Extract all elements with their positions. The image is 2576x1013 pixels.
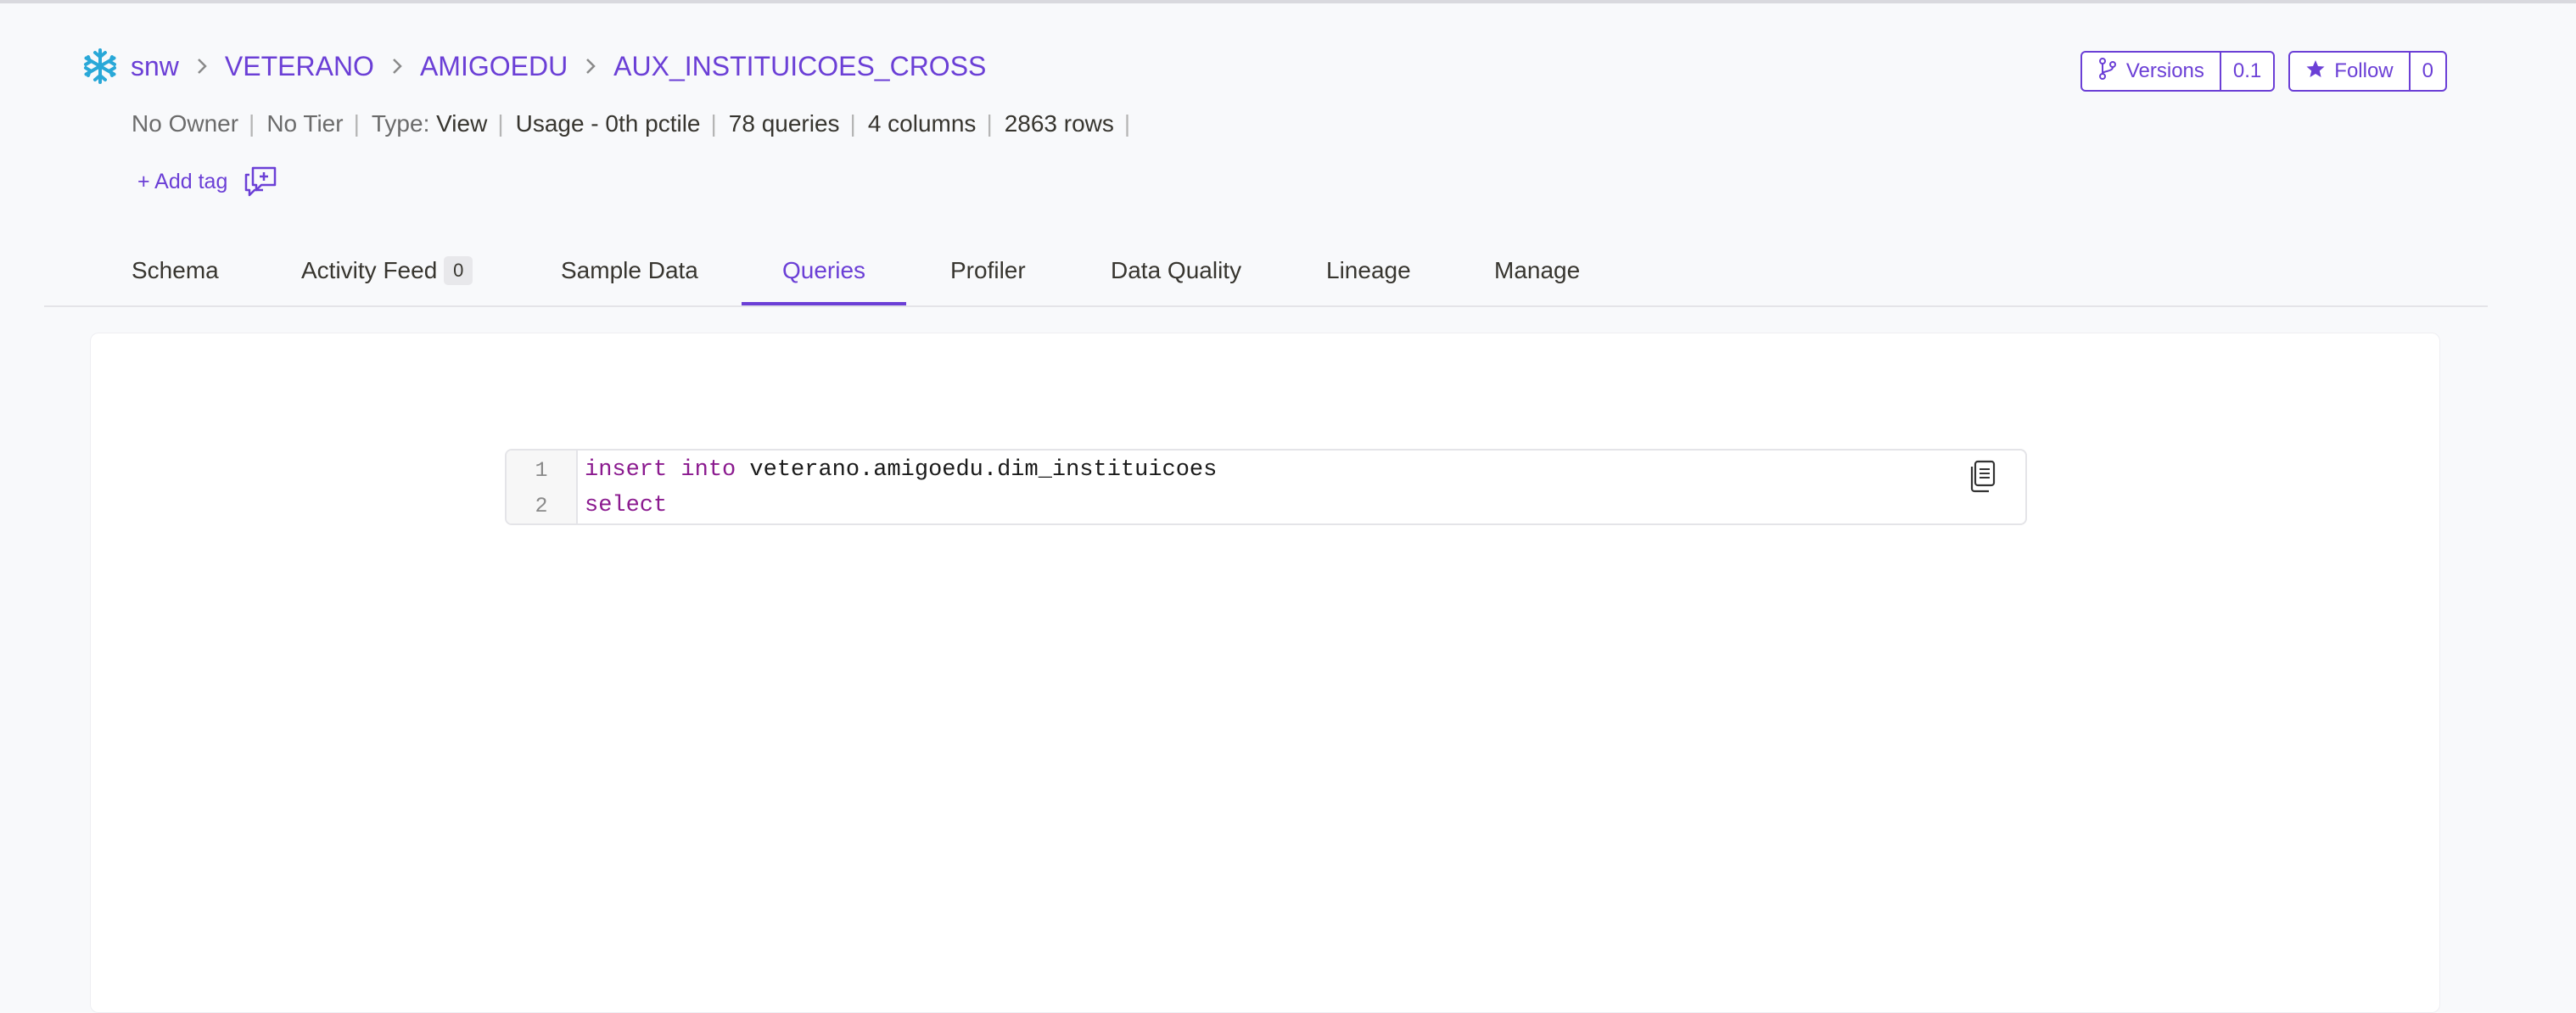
chevron-right-icon: [196, 57, 208, 76]
breadcrumb-schema[interactable]: AMIGOEDU: [420, 51, 568, 82]
header-actions: Versions 0.1 Follow 0: [2080, 51, 2447, 92]
divider: |: [249, 110, 255, 137]
line-number: 2: [535, 493, 548, 518]
sql-keyword: insert into: [585, 457, 736, 483]
divider: |: [353, 110, 360, 137]
tab-manage[interactable]: Manage: [1494, 238, 1580, 304]
versions-button-group: Versions 0.1: [2080, 51, 2276, 92]
divider: |: [497, 110, 504, 137]
versions-value[interactable]: 0.1: [2219, 53, 2273, 90]
tab-label: Lineage: [1326, 257, 1411, 283]
tab-activity-feed[interactable]: Activity Feed 0: [301, 238, 473, 304]
divider: |: [986, 110, 993, 137]
code-text: insert into veterano.amigoedu.dim_instit…: [576, 457, 1217, 483]
type-value: View: [436, 110, 488, 137]
snowflake-icon: [81, 48, 119, 85]
activity-feed-count: 0: [444, 256, 473, 285]
entity-tabs: Schema Activity Feed 0 Sample Data Queri…: [44, 238, 2488, 307]
follow-count[interactable]: 0: [2408, 53, 2445, 90]
tab-profiler[interactable]: Profiler: [950, 238, 1026, 304]
star-icon: [2305, 59, 2326, 85]
tab-data-quality[interactable]: Data Quality: [1111, 238, 1241, 304]
add-tag-button[interactable]: + Add tag: [137, 170, 227, 194]
tab-label: Activity Feed: [301, 257, 438, 283]
tab-label: Sample Data: [561, 257, 698, 283]
tab-label: Profiler: [950, 257, 1026, 283]
git-branch-icon: [2097, 57, 2118, 87]
rows-count: 2863 rows: [1004, 110, 1114, 137]
tab-queries[interactable]: Queries: [741, 238, 907, 305]
query-code-block[interactable]: 1 insert into veterano.amigoedu.dim_inst…: [505, 449, 2027, 525]
code-line: 2 select: [507, 488, 667, 523]
add-conversation-icon[interactable]: [243, 165, 278, 199]
breadcrumb-service[interactable]: snw: [131, 51, 179, 82]
usage-info: Usage - 0th pctile: [515, 110, 701, 137]
sql-text: veterano.amigoedu.dim_instituicoes: [736, 457, 1218, 483]
entity-meta-row: No Owner | No Tier | Type: View | Usage …: [132, 105, 1142, 143]
type-label: Type:: [371, 110, 430, 137]
type-info: Type: View: [372, 110, 487, 137]
versions-button[interactable]: Versions: [2082, 53, 2220, 90]
tag-row: + Add tag: [137, 163, 278, 200]
divider: |: [710, 110, 717, 137]
follow-label: Follow: [2334, 59, 2394, 82]
breadcrumb-table[interactable]: AUX_INSTITUICOES_CROSS: [613, 51, 986, 82]
queries-panel: 1 insert into veterano.amigoedu.dim_inst…: [90, 333, 2440, 1013]
tab-schema[interactable]: Schema: [132, 238, 219, 304]
tab-label: Queries: [782, 257, 866, 283]
chevron-right-icon: [585, 57, 596, 76]
follow-button[interactable]: Follow: [2290, 53, 2408, 90]
divider: |: [1123, 110, 1131, 137]
breadcrumb: snw VETERANO AMIGOEDU AUX_INSTITUICOES_C…: [81, 44, 986, 88]
code-text: select: [576, 493, 667, 518]
columns-count: 4 columns: [867, 110, 977, 137]
tab-sample-data[interactable]: Sample Data: [561, 238, 698, 304]
follow-button-group: Follow 0: [2288, 51, 2447, 92]
tab-lineage[interactable]: Lineage: [1326, 238, 1411, 304]
versions-label: Versions: [2125, 59, 2204, 82]
tab-label: Schema: [132, 257, 219, 283]
owner-info[interactable]: No Owner: [132, 110, 238, 137]
copy-icon[interactable]: [1966, 459, 2000, 493]
line-number: 1: [535, 457, 548, 483]
code-line: 1 insert into veterano.amigoedu.dim_inst…: [507, 452, 1217, 488]
divider: |: [849, 110, 856, 137]
breadcrumb-database[interactable]: VETERANO: [225, 51, 374, 82]
sql-keyword: select: [585, 493, 668, 518]
tier-info[interactable]: No Tier: [266, 110, 343, 137]
chevron-right-icon: [391, 57, 403, 76]
tab-label: Manage: [1494, 257, 1581, 283]
tab-label: Data Quality: [1111, 257, 1242, 283]
queries-count: 78 queries: [728, 110, 840, 137]
top-border: [0, 0, 2576, 3]
